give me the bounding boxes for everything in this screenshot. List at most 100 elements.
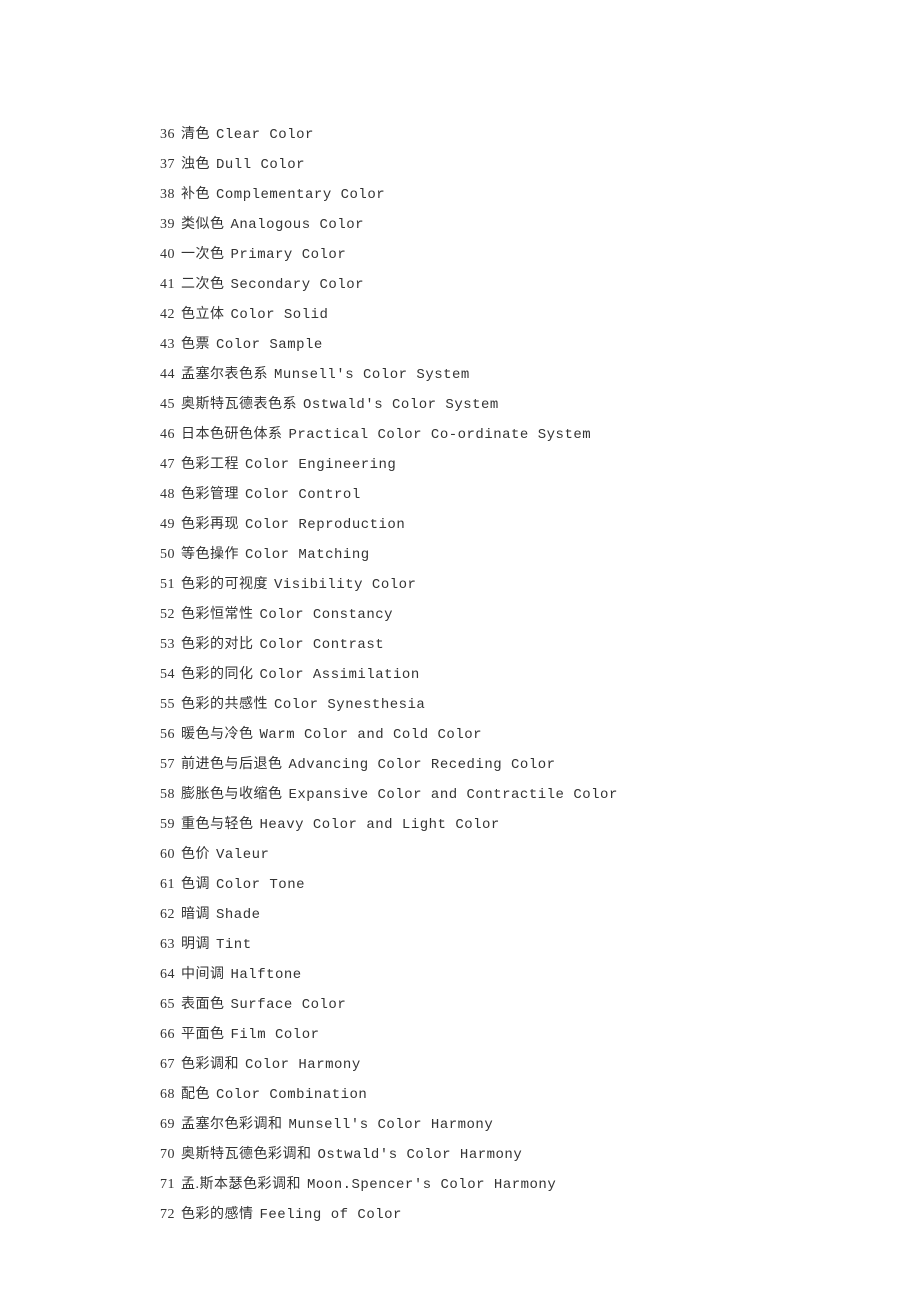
item-number: 61 (160, 877, 175, 892)
list-item: 51色彩的可视度Visibility Color (160, 570, 920, 600)
list-item: 56暖色与冷色Warm Color and Cold Color (160, 720, 920, 750)
item-number: 39 (160, 217, 175, 232)
item-number: 36 (160, 127, 175, 142)
list-item: 70奥斯特瓦德色彩调和Ostwald's Color Harmony (160, 1140, 920, 1170)
item-number: 51 (160, 577, 175, 592)
item-number: 50 (160, 547, 175, 562)
item-english: Moon.Spencer's Color Harmony (307, 1177, 556, 1193)
list-item: 65 表面色 Surface Color (160, 990, 920, 1020)
item-english: Shade (216, 907, 261, 923)
list-item: 37浊色Dull Color (160, 150, 920, 180)
item-english: Color Tone (216, 877, 305, 893)
item-chinese: 色彩再现 (181, 517, 239, 532)
item-chinese: 补色 (181, 187, 210, 202)
item-chinese: 二次色 (181, 277, 225, 292)
item-english: Color Reproduction (245, 517, 405, 533)
list-item: 40一次色Primary Color (160, 240, 920, 270)
item-chinese: 色价 (181, 847, 210, 862)
list-item: 47色彩工程Color Engineering (160, 450, 920, 480)
item-number: 41 (160, 277, 175, 292)
item-chinese: 色调 (181, 877, 210, 892)
item-chinese: 暗调 (181, 907, 210, 922)
item-number: 68 (160, 1087, 175, 1102)
list-item: 57前进色与后退色Advancing Color Receding Color (160, 750, 920, 780)
list-item: 68 配色 Color Combination (160, 1080, 920, 1110)
item-chinese: 类似色 (181, 217, 225, 232)
item-english: Color Contrast (260, 637, 385, 653)
item-number: 45 (160, 397, 175, 412)
list-item: 60色价Valeur (160, 840, 920, 870)
item-number: 60 (160, 847, 175, 862)
item-number: 66 (160, 1027, 175, 1042)
item-chinese: 膨胀色与收缩色 (181, 787, 283, 802)
item-number: 54 (160, 667, 175, 682)
item-english: Color Solid (231, 307, 329, 323)
item-english: Color Engineering (245, 457, 396, 473)
item-english: Dull Color (216, 157, 305, 173)
item-english: Color Combination (216, 1087, 367, 1103)
item-number: 55 (160, 697, 175, 712)
list-item: 58 膨胀色与收缩色 Expansive Color and Contractile… (160, 780, 920, 810)
list-item: 59重色与轻色Heavy Color and Light Color (160, 810, 920, 840)
item-number: 65 (160, 997, 175, 1012)
item-chinese: 暖色与冷色 (181, 727, 254, 742)
item-english: Film Color (231, 1027, 320, 1043)
list-item: 44孟塞尔表色系Munsell's Color System (160, 360, 920, 390)
list-item: 39类似色Analogous Color (160, 210, 920, 240)
item-number: 62 (160, 907, 175, 922)
item-number: 57 (160, 757, 175, 772)
item-english: Color Synesthesia (274, 697, 425, 713)
item-number: 70 (160, 1147, 175, 1162)
item-chinese: 色彩管理 (181, 487, 239, 502)
item-chinese: 清色 (181, 127, 210, 142)
item-chinese: 孟塞尔色彩调和 (181, 1117, 283, 1132)
item-english: Ostwald's Color Harmony (318, 1147, 523, 1163)
list-item: 67色彩调和Color Harmony (160, 1050, 920, 1080)
list-item: 38补色Complementary Color (160, 180, 920, 210)
item-english: Complementary Color (216, 187, 385, 203)
list-item: 52色彩恒常性Color Constancy (160, 600, 920, 630)
item-chinese: 色彩的同化 (181, 667, 254, 682)
item-number: 48 (160, 487, 175, 502)
item-chinese: 色彩调和 (181, 1057, 239, 1072)
item-chinese: 表面色 (181, 997, 225, 1012)
list-item: 42色立体Color Solid (160, 300, 920, 330)
item-number: 43 (160, 337, 175, 352)
item-english: Surface Color (231, 997, 347, 1013)
item-chinese: 一次色 (181, 247, 225, 262)
item-english: Ostwald's Color System (303, 397, 499, 413)
item-english: Munsell's Color Harmony (289, 1117, 494, 1133)
item-chinese: 中间调 (181, 967, 225, 982)
item-number: 63 (160, 937, 175, 952)
item-number: 56 (160, 727, 175, 742)
item-english: Halftone (231, 967, 302, 983)
list-item: 43色票Color Sample (160, 330, 920, 360)
list-item: 64中间调Halftone (160, 960, 920, 990)
list-item: 66平面色Film Color (160, 1020, 920, 1050)
list-item: 50等色操作Color Matching (160, 540, 920, 570)
list-item: 46日本色研色体系Practical Color Co-ordinate Sys… (160, 420, 920, 450)
item-english: Feeling of Color (260, 1207, 402, 1223)
item-english: Color Assimilation (260, 667, 420, 683)
item-number: 53 (160, 637, 175, 652)
item-number: 52 (160, 607, 175, 622)
list-item: 69孟塞尔色彩调和Munsell's Color Harmony (160, 1110, 920, 1140)
item-number: 58 (160, 787, 175, 802)
item-english: Secondary Color (231, 277, 365, 293)
item-english: Color Sample (216, 337, 323, 353)
item-number: 71 (160, 1177, 175, 1192)
item-number: 44 (160, 367, 175, 382)
item-english: Advancing Color Receding Color (289, 757, 556, 773)
item-english: Expansive Color and Contractile Color (289, 787, 618, 803)
item-chinese: 明调 (181, 937, 210, 952)
item-number: 67 (160, 1057, 175, 1072)
list-item: 72色彩的感情Feeling of Color (160, 1200, 920, 1230)
item-chinese: 色彩的对比 (181, 637, 254, 652)
item-english: Visibility Color (274, 577, 416, 593)
item-chinese: 重色与轻色 (181, 817, 254, 832)
item-chinese: 孟塞尔表色系 (181, 367, 268, 382)
item-english: Practical Color Co-ordinate System (289, 427, 592, 443)
item-chinese: 配色 (181, 1087, 210, 1102)
item-chinese: 色彩工程 (181, 457, 239, 472)
item-chinese: 色彩恒常性 (181, 607, 254, 622)
